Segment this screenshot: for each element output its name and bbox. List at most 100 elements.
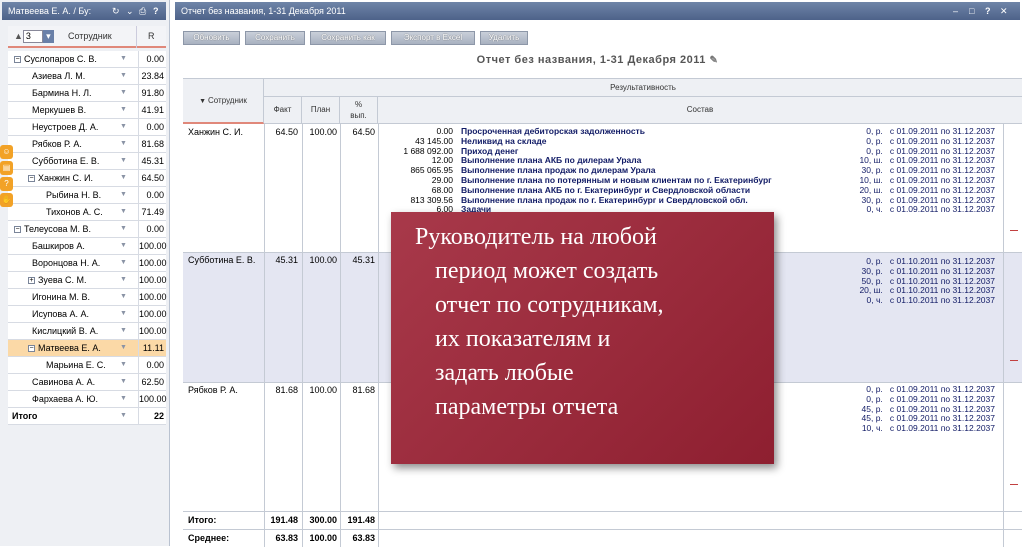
row-menu-icon[interactable]: ▼ [120,289,127,305]
tree-row[interactable]: Бармина Н. Л. ▼ 91.80 [8,85,166,102]
tree-row[interactable]: Марьина Е. С. ▼ 0.00 [8,357,166,374]
collapse-icon[interactable]: − [14,56,21,64]
tree-row-value: 100.00 [138,306,167,322]
refresh-icon[interactable]: ↻ [112,2,120,20]
tree-row[interactable]: Фархаева А. Ю. ▼ 100.00 [8,391,167,408]
row-menu-icon[interactable]: ▼ [120,119,127,135]
tree-row[interactable]: − Телеусова М. В. ▼ 0.00 [8,221,166,238]
tree-row-label: Бармина Н. Л. [32,88,92,98]
row-menu-icon[interactable]: ▼ [120,153,127,169]
tree-row[interactable]: Субботина Е. В. ▼ 45.31 [8,153,166,170]
row-menu-icon[interactable]: ▼ [120,323,127,339]
collapse-icon[interactable]: − [28,175,35,183]
row-plan: 100.00 [309,255,337,265]
row-menu-icon[interactable]: ▼ [120,391,127,407]
tree-row[interactable]: Азиева Л. М. ▼ 23.84 [8,68,166,85]
row-menu-icon[interactable]: ▼ [120,306,127,322]
row-menu-icon[interactable]: ▼ [120,204,127,220]
row-menu-icon[interactable]: ▼ [120,238,127,254]
tree-row-label: Зуева С. М. [38,275,87,285]
tree-row-name: − Ханжин С. И. [28,170,93,186]
tree-row[interactable]: Неустроев Д. А. ▼ 0.00 [8,119,166,136]
hand-icon[interactable]: ✋ [0,193,13,207]
row-menu-icon[interactable]: ▼ [120,85,127,101]
header-plan[interactable]: План [302,97,340,124]
chevron-down-icon[interactable]: ⌄ [126,2,134,20]
update-button[interactable]: Обновить [183,31,240,45]
tree-row-name: Меркушев В. [32,102,86,118]
report-title-bar: Отчет без названия, 1-31 Декабря 2011 – … [175,2,1020,20]
tree-row[interactable]: Рябков Р. А. ▼ 81.68 [8,136,166,153]
toolbar: Обновить Сохранить Сохранить как Экспорт… [175,28,1020,50]
indicator-name: Выполнение плана продаж по г. Екатеринбу… [461,194,748,205]
total-plan: 300.00 [309,515,337,525]
tree-row-name: + Зуева С. М. [28,272,87,288]
tree-row[interactable]: + Зуева С. М. ▼ 100.00 [8,272,167,289]
level-select[interactable]: ▲ 3 ▾ [14,30,54,43]
row-menu-icon[interactable]: ▼ [120,408,127,424]
tree-row[interactable]: Игонина М. В. ▼ 100.00 [8,289,167,306]
tree-row[interactable]: Воронцова Н. А. ▼ 100.00 [8,255,167,272]
delete-button[interactable]: Удалить [480,31,528,45]
user-icon[interactable]: ☺ [0,145,13,159]
row-menu-icon[interactable]: ▼ [120,68,127,84]
row-menu-icon[interactable]: ▼ [120,374,127,390]
close-icon[interactable]: ✕ [1000,2,1008,20]
row-menu-icon[interactable]: ▼ [120,357,127,373]
row-menu-icon[interactable]: ▼ [120,221,127,237]
help-icon[interactable]: ? [153,2,159,20]
tree-row[interactable]: Меркушев В. ▼ 41.91 [8,102,166,119]
tree-row[interactable]: Кислицкий В. А. ▼ 100.00 [8,323,167,340]
tree-row[interactable]: Тихонов А. С. ▼ 71.49 [8,204,166,221]
callout-line: Руководитель на любой [415,224,657,250]
tree-row[interactable]: Савинова А. А. ▼ 62.50 [8,374,166,391]
help-icon[interactable]: ? [985,2,991,20]
tree-row[interactable]: Исупова А. А. ▼ 100.00 [8,306,167,323]
row-employee-name: Рябков Р. А. [188,385,238,395]
row-pct: 81.68 [352,385,375,395]
info-icon[interactable]: ? [0,177,13,191]
row-menu-icon[interactable]: ▼ [120,340,127,356]
print-icon[interactable]: ⎙ [139,2,146,20]
row-menu-icon[interactable]: ▼ [120,102,127,118]
row-menu-icon[interactable]: ▼ [120,187,127,203]
tree-row[interactable]: Рыбина Н. В. ▼ 0.00 [8,187,166,204]
header-pct[interactable]: % вып. [340,97,378,124]
export-excel-button[interactable]: Экспорт в Excel [391,31,475,45]
tree-total-value: 22 [138,408,166,424]
row-menu-icon[interactable]: ▼ [120,136,127,152]
minimize-icon[interactable]: – [953,2,958,20]
indicator-name: Неликвид на складе [461,135,547,146]
tree-row-label: Савинова А. А. [32,377,96,387]
indicator-periods: 0, р. с 01.09.2011 по 31.12.2037 0, р. с… [859,126,995,215]
row-menu-icon[interactable]: ▼ [120,51,127,67]
row-menu-icon[interactable]: ▼ [120,170,127,186]
row-plan: 100.00 [309,385,337,395]
tree-row-value: 0.00 [138,119,166,135]
edit-pencil-icon[interactable]: ✎ [709,55,718,66]
tree-row-label: Марьина Е. С. [46,360,106,370]
save-button[interactable]: Сохранить [245,31,305,45]
header-employee[interactable]: ▼ Сотрудник [183,79,264,124]
header-fact[interactable]: Факт [264,97,302,124]
maximize-icon[interactable]: □ [969,2,974,20]
tree-row-label: Воронцова Н. А. [32,258,101,268]
column-r[interactable]: R [148,31,155,41]
tree-row[interactable]: Башкиров А. ▼ 100.00 [8,238,167,255]
collapse-icon[interactable]: − [14,226,21,234]
tree-row[interactable]: − Суслопаров С. В. ▼ 0.00 [8,51,166,68]
tree-row-label: Рябков Р. А. [32,139,82,149]
chart-icon[interactable]: ▤ [0,161,13,175]
column-employee[interactable]: Сотрудник [68,31,112,41]
row-menu-icon[interactable]: ▼ [120,272,127,288]
save-as-button[interactable]: Сохранить как [310,31,386,45]
tree-row-label: Неустроев Д. А. [32,122,99,132]
expand-icon[interactable]: + [28,277,35,285]
tree-row-name: Субботина Е. В. [32,153,99,169]
scroll-marker [1010,484,1018,485]
tree-row[interactable]: − Ханжин С. И. ▼ 64.50 [8,170,166,187]
tree-row[interactable]: − Матвеева Е. А. ▼ 11.11 [8,340,166,357]
collapse-icon[interactable]: − [28,345,35,353]
tree-row-label: Башкиров А. [32,241,85,251]
row-menu-icon[interactable]: ▼ [120,255,127,271]
